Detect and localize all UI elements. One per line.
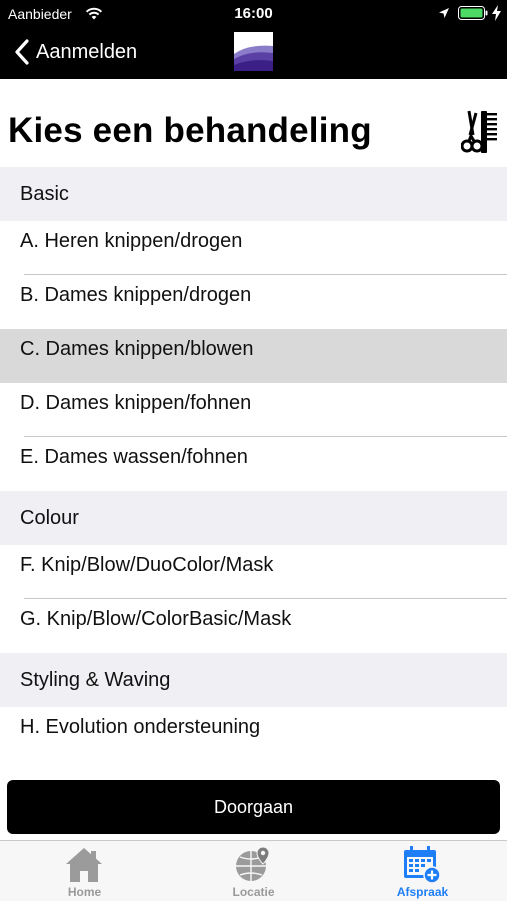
list-item[interactable]: F. Knip/Blow/DuoColor/Mask [0, 545, 507, 599]
back-button-label: Aanmelden [36, 40, 138, 63]
comb-scissors-icon [461, 110, 497, 153]
list-item-label: H. Evolution ondersteuning [20, 716, 261, 738]
list-item-label: F. Knip/Blow/DuoColor/Mask [20, 554, 274, 576]
title-row: Kies een behandeling [0, 79, 507, 167]
status-bar: Aanbieder 16:00 [0, 0, 507, 28]
chevron-left-icon [15, 39, 29, 65]
list-item-label: G. Knip/Blow/ColorBasic/Mask [20, 608, 292, 630]
location-arrow-icon [439, 8, 449, 18]
footer-action-area: Doorgaan [0, 766, 507, 840]
tab-afspraak[interactable]: Afspraak [338, 841, 507, 901]
brand-logo [234, 32, 273, 71]
tab-label: Afspraak [396, 885, 449, 899]
tab-bar: Home Locatie Afspraak [0, 840, 507, 901]
list-item[interactable]: H. Evolution ondersteuning [0, 707, 507, 761]
list-item-label: B. Dames knippen/drogen [20, 284, 252, 306]
tab-label: Locatie [232, 885, 275, 899]
list-item[interactable]: E. Dames wassen/fohnen [0, 437, 507, 491]
section-header-styling: Styling & Waving [0, 653, 507, 707]
section-header-colour: Colour [0, 491, 507, 545]
calendar-add-icon [404, 846, 441, 884]
list-item-label: D. Dames knippen/fohnen [20, 392, 252, 414]
tab-home[interactable]: Home [0, 841, 169, 901]
back-button[interactable]: Aanmelden [14, 38, 137, 66]
home-icon [66, 848, 102, 882]
section-header-basic: Basic [0, 167, 507, 221]
page-title: Kies een behandeling [8, 111, 372, 150]
section-header-label: Basic [20, 183, 69, 205]
list-item-label: C. Dames knippen/blowen [20, 338, 254, 360]
continue-button[interactable]: Doorgaan [7, 780, 500, 834]
list-item-label: A. Heren knippen/drogen [20, 230, 243, 252]
list-item[interactable]: B. Dames knippen/drogen [0, 275, 507, 329]
battery-icon [458, 6, 488, 20]
list-item[interactable]: A. Heren knippen/drogen [0, 221, 507, 275]
list-item[interactable]: G. Knip/Blow/ColorBasic/Mask [0, 599, 507, 653]
navigation-bar: Aanbieder 16:00 Aanmelden [0, 0, 507, 79]
treatment-list: Basic A. Heren knippen/drogen B. Dames k… [0, 167, 507, 761]
charging-icon [492, 5, 501, 21]
section-header-label: Styling & Waving [20, 669, 171, 691]
section-header-label: Colour [20, 507, 79, 529]
tab-locatie[interactable]: Locatie [169, 841, 338, 901]
list-item[interactable]: D. Dames knippen/fohnen [0, 383, 507, 437]
list-item-label: E. Dames wassen/fohnen [20, 446, 248, 468]
globe-location-icon [236, 846, 270, 881]
status-time: 16:00 [234, 5, 273, 22]
list-item-selected[interactable]: C. Dames knippen/blowen [0, 329, 507, 383]
tab-label: Home [67, 885, 102, 899]
